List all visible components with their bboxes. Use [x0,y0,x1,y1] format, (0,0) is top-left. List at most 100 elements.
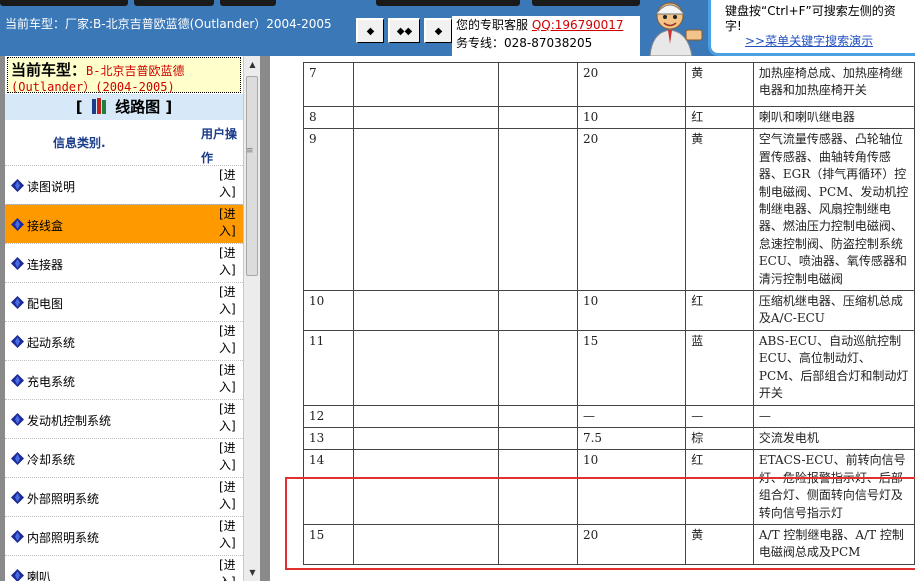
wire-color-cell: 蓝 [685,329,754,406]
blank-cell [497,62,578,107]
diamond-bullet-icon [11,413,24,426]
toolbar-tab[interactable] [532,0,640,6]
menu-item[interactable]: 配电图 [进入] [5,282,243,321]
menu-item-label: 连接器 [27,258,64,272]
wire-color-cell: 红 [685,290,754,331]
blank-cell [497,426,578,451]
menu-item[interactable]: 充电系统 [进入] [5,360,243,399]
sidebar-scrollbar[interactable]: ▲ ≡ ▼ [243,56,260,581]
diamond-bullet-icon [11,179,24,192]
blank-cell [497,290,578,331]
menu-item[interactable]: 连接器 [进入] [5,243,243,282]
fuse-number-cell: 11 [303,329,354,406]
circuit-description-cell: 加热座椅总成、加热座椅继电器和加热座椅开关 [752,62,915,107]
model-value: B-北京吉普欧蓝德 [86,64,185,78]
blank-cell [352,105,499,130]
toggle-page-button[interactable]: ◆◆ [388,18,420,43]
toolbar-tab[interactable] [220,0,276,6]
enter-link[interactable]: [进入] [219,167,243,201]
toolbar-tab[interactable] [134,0,214,6]
search-tip-box: 键盘按“Ctrl+F”可搜索左侧的资字! >>菜单关键字搜索演示 [708,0,915,56]
circuit-description-cell: 交流发电机 [752,426,915,451]
menu-item[interactable]: 冷却系统 [进入] [5,438,243,477]
menu-item[interactable]: 读图说明 [进入] [5,165,243,204]
current-model-box: 当前车型：B-北京吉普欧蓝德 (Outlander）(2004-2005) [7,57,241,94]
enter-link[interactable]: [进入] [219,206,243,240]
table-row: 9 20 黄空气流量传感器、凸轮轴位置传感器、曲轴转角传感器、EGR（排气再循环）控… [303,128,915,292]
table-row: 13 7.5 棕交流发电机 [303,426,915,451]
menu-item[interactable]: 接线盒 [进入] [5,204,243,243]
section-heading: [ 线路图 ] [5,94,243,120]
scroll-up-arrow-icon[interactable]: ▲ [244,56,261,73]
search-demo-link[interactable]: >>菜单关键字搜索演示 [745,34,911,49]
enter-link[interactable]: [进入] [219,362,243,396]
blank-cell [352,426,499,451]
search-tip-text: 键盘按“Ctrl+F”可搜索左侧的资字! [725,4,896,33]
prev-page-button[interactable]: ◆ [356,18,384,43]
menu-item-label: 接线盒 [27,219,64,233]
fuse-number-cell: 12 [303,404,354,428]
enter-link[interactable]: [进入] [219,479,243,513]
enter-link[interactable]: [进入] [219,323,243,357]
book-icon [91,98,106,114]
scroll-down-arrow-icon[interactable]: ▼ [244,564,261,581]
sidebar: 当前车型：B-北京吉普欧蓝德 (Outlander）(2004-2005) [ … [0,56,270,581]
blank-cell [352,62,499,107]
blank-cell [497,404,578,428]
menu-item[interactable]: 起动系统 [进入] [5,321,243,360]
diamond-bullet-icon [11,374,24,387]
menu-item-label: 外部照明系统 [27,492,100,506]
column-category: 信息类别. [53,136,106,150]
amperage-cell: 10 [576,105,687,130]
scroll-grip-icon: ≡ [246,146,254,156]
next-page-button[interactable]: ◆ [424,18,452,43]
menu-item[interactable]: 外部照明系统 [进入] [5,477,243,516]
menu-item-label: 喇叭 [27,570,52,581]
circuit-description-cell: — [752,404,915,428]
circuit-description-cell: 喇叭和喇叭继电器 [752,105,915,130]
amperage-cell: 20 [576,62,687,107]
table-row: 8 10 红喇叭和喇叭继电器 [303,105,915,130]
mascot-icon [640,0,708,56]
amperage-cell: 15 [576,329,687,406]
scroll-thumb[interactable] [246,76,258,276]
customer-service-panel: 您的专职客服 QQ:196790017 务专线：028-87038205 [452,16,640,56]
blank-cell [352,329,499,406]
menu-item-label: 充电系统 [27,375,76,389]
table-row: 11 15 蓝 ABS-ECU、自动巡航控制ECU、高位制动灯、PCM、后部组合灯和制… [303,329,915,406]
enter-link[interactable]: [进入] [219,440,243,474]
blank-cell [497,329,578,406]
top-toolbar-strip [0,0,640,6]
qq-link[interactable]: QQ:196790017 [532,18,624,32]
enter-link[interactable]: [进入] [219,518,243,552]
menu-item[interactable]: 发动机控制系统 [进入] [5,399,243,438]
top-bar: 当前车型：厂家:B-北京吉普欧蓝德(Outlander）2004-2005 ◆ … [0,0,915,56]
wire-color-cell: 黄 [685,62,754,107]
blank-cell [352,404,499,428]
menu-item[interactable]: 喇叭 [进入] [5,555,243,581]
toolbar-tab[interactable] [0,0,128,6]
fuse-number-cell: 8 [303,105,354,130]
enter-link[interactable]: [进入] [219,284,243,318]
enter-link[interactable]: [进入] [219,557,243,581]
menu-column-headers: 信息类别. 用户操作 [5,120,243,165]
fuse-number-cell: 7 [303,62,354,107]
table-row: 12— — — [303,404,915,428]
table-row: 10 10 红压缩机继电器、压缩机总成及A/C-ECU [303,290,915,331]
bracket-right: ] [165,98,173,116]
circuit-description-cell: 压缩机继电器、压缩机总成及A/C-ECU [752,290,915,331]
table-row: 7 20 黄加热座椅总成、加热座椅继电器和加热座椅开关 [303,62,915,107]
sidebar-panel: 当前车型：B-北京吉普欧蓝德 (Outlander）(2004-2005) [ … [5,56,243,581]
hotline-text: 务专线：028-87038205 [456,36,593,50]
enter-link[interactable]: [进入] [219,245,243,279]
blank-cell [352,290,499,331]
enter-link[interactable]: [进入] [219,401,243,435]
blank-cell [497,105,578,130]
diamond-bullet-icon [11,296,24,309]
toolbar-tab[interactable] [376,0,520,6]
menu-item[interactable]: 内部照明系统 [进入] [5,516,243,555]
fuse-number-cell: 10 [303,290,354,331]
amperage-cell: 10 [576,290,687,331]
amperage-cell: 7.5 [576,426,687,451]
diamond-bullet-icon [11,569,24,581]
